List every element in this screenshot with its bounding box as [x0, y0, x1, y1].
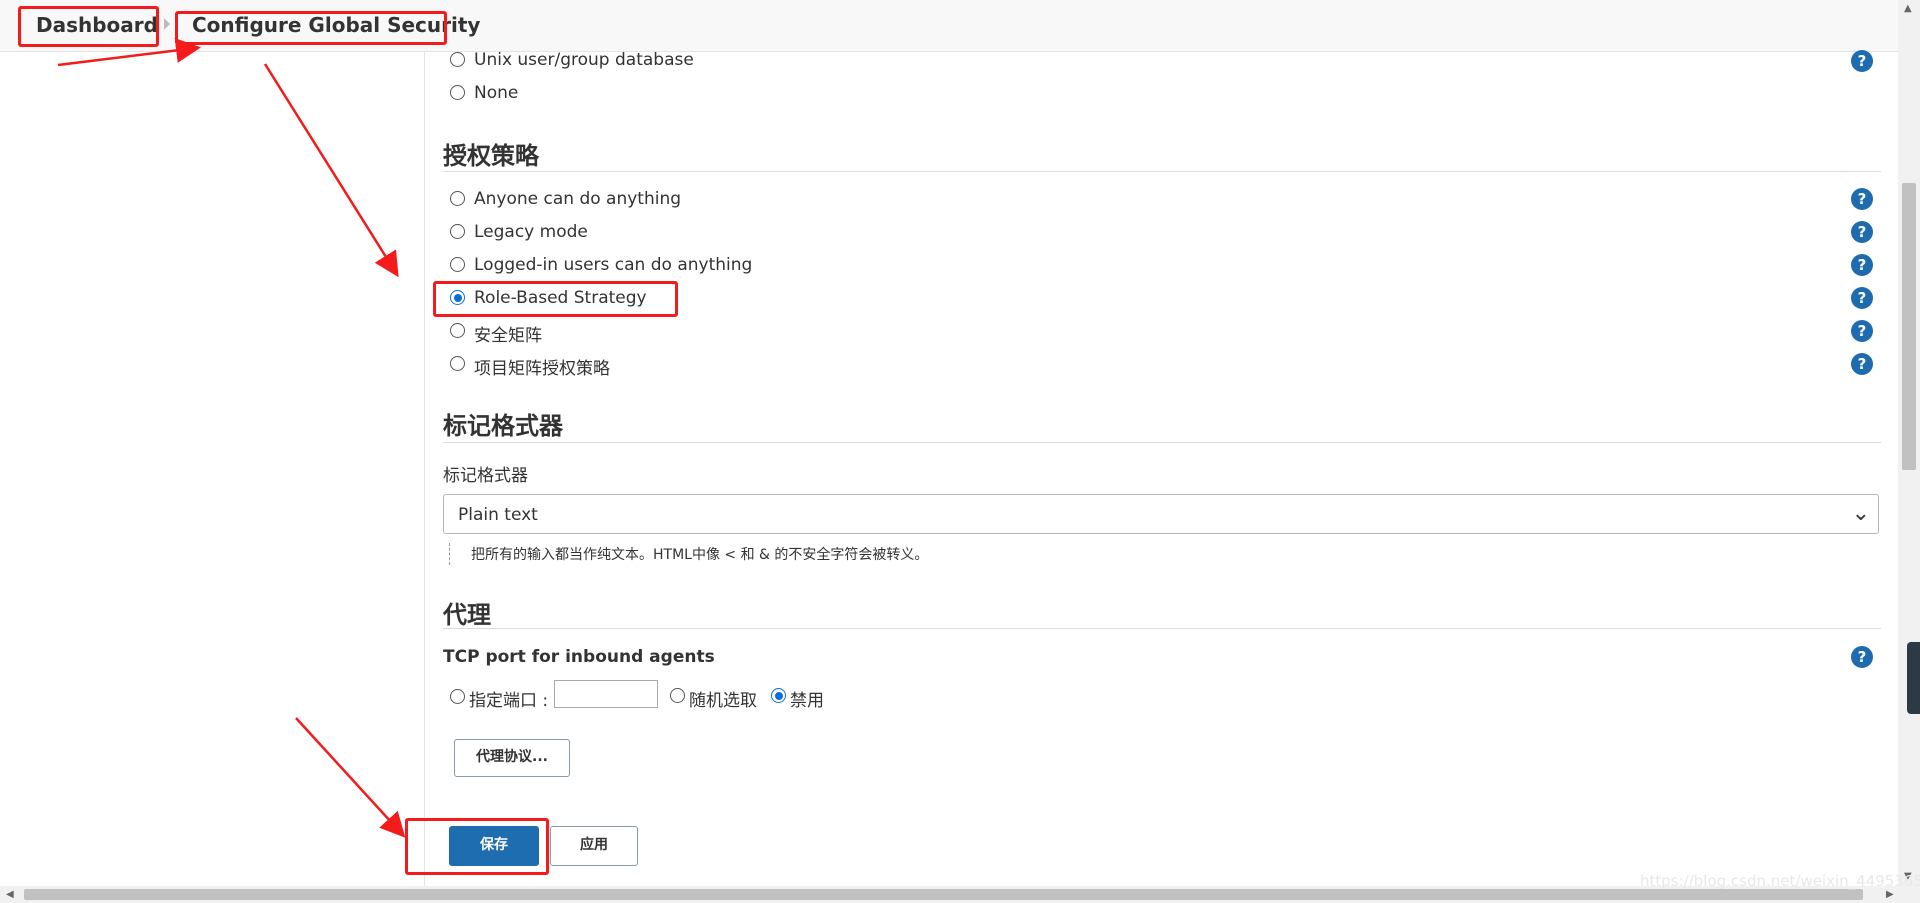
scroll-right-icon[interactable]: ▶ [1886, 889, 1894, 900]
watermark-text: https://blog.csdn.net/weixin_44953658 [1640, 872, 1920, 890]
side-widget-tab[interactable] [1907, 642, 1920, 714]
annotation-arrows [57, 38, 406, 838]
annotation-arrow [263, 63, 399, 278]
horizontal-scrollbar-thumb[interactable] [24, 889, 1863, 900]
annotation-arrow [295, 717, 406, 838]
annotation-arrow [57, 38, 201, 67]
scroll-up-icon[interactable]: ▲ [1904, 3, 1912, 14]
vertical-scrollbar-thumb[interactable] [1902, 183, 1916, 470]
scroll-left-icon[interactable]: ◀ [6, 889, 14, 900]
